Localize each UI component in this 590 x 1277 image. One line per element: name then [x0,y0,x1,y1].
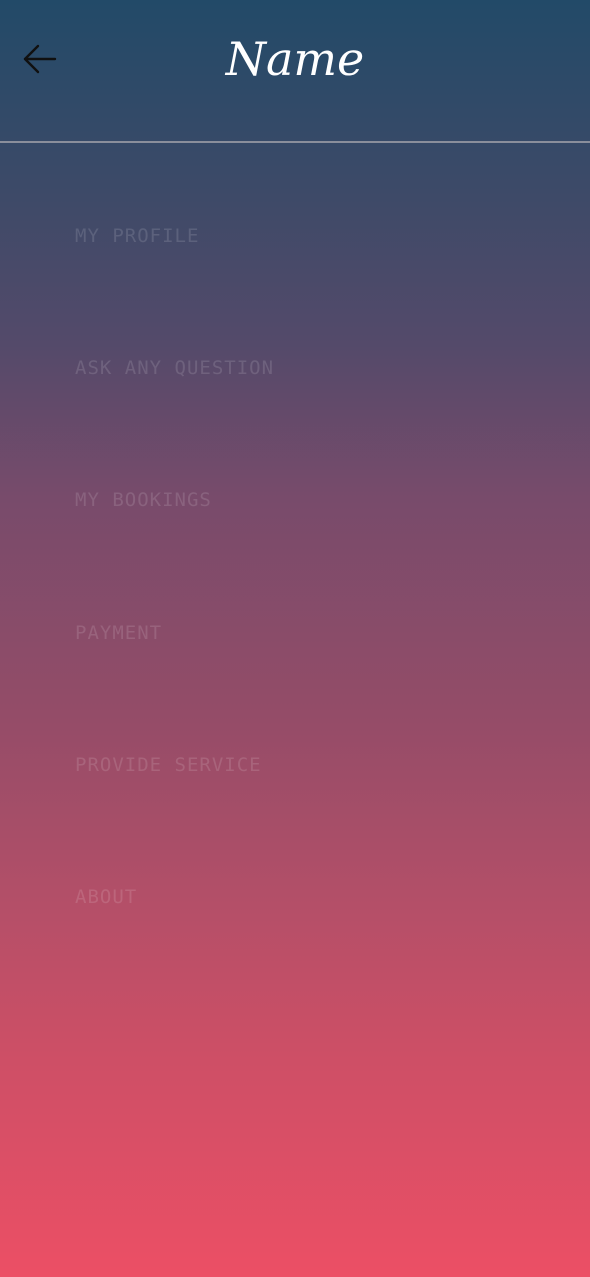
menu-item-my-bookings[interactable]: MY BOOKINGS [0,434,590,566]
menu-item-ask-any-question[interactable]: ASK ANY QUESTION [0,302,590,434]
menu-item-label: ASK ANY QUESTION [75,357,275,379]
menu-item-my-profile[interactable]: MY PROFILE [0,170,590,302]
header-divider [0,141,590,143]
page-title: Name [225,32,365,86]
app-screen: Name MY PROFILE ASK ANY QUESTION MY BOOK… [0,0,590,1277]
menu-item-label: ABOUT [75,886,138,908]
menu-item-label: PAYMENT [75,622,163,644]
menu-item-label: PROVIDE SERVICE [75,754,262,776]
menu-item-about[interactable]: ABOUT [0,831,590,963]
menu-item-label: MY PROFILE [75,225,200,247]
menu-item-label: MY BOOKINGS [75,489,212,511]
menu-item-provide-service[interactable]: PROVIDE SERVICE [0,699,590,831]
top-bar: Name [0,0,590,141]
menu-item-payment[interactable]: PAYMENT [0,567,590,699]
